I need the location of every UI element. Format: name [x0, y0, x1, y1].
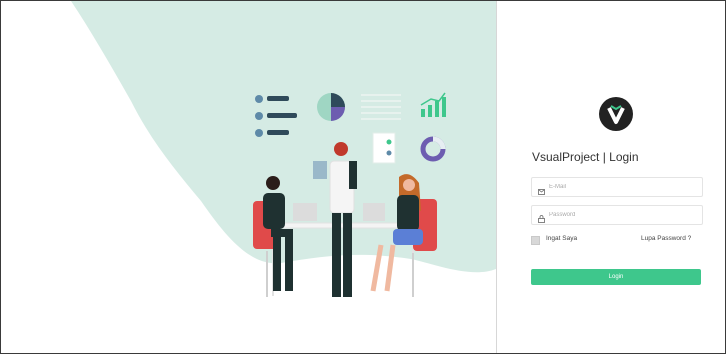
remember-checkbox[interactable]: [531, 236, 540, 245]
login-window: VsualProject | Login Ingat Saya Lupa Pas…: [0, 0, 726, 354]
pie-chart-icon: [317, 93, 345, 121]
team-illustration: [71, 1, 496, 297]
login-panel: VsualProject | Login Ingat Saya Lupa Pas…: [497, 1, 725, 353]
password-field[interactable]: [531, 205, 703, 225]
laptop-right: [363, 203, 385, 221]
password-input[interactable]: [549, 208, 697, 221]
mail-icon: [538, 182, 545, 200]
illustration-panel: [1, 1, 497, 353]
laptop-left: [293, 203, 317, 221]
login-button[interactable]: Login: [531, 269, 701, 285]
email-input[interactable]: [549, 180, 697, 193]
forgot-password-link[interactable]: Lupa Password ?: [641, 235, 691, 242]
app-logo: [599, 97, 633, 131]
logo-v-icon: [607, 105, 625, 124]
page-title: VsualProject | Login: [532, 150, 639, 164]
document-icon: [372, 132, 396, 164]
lock-icon: [538, 210, 545, 228]
remember-label: Ingat Saya: [546, 235, 578, 242]
email-field[interactable]: [531, 177, 703, 197]
